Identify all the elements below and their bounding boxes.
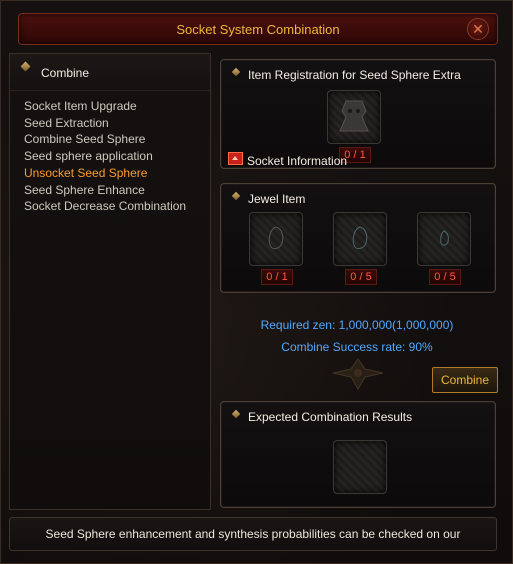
footer-notice-text: Seed Sphere enhancement and synthesis pr… [45, 527, 461, 541]
combine-menu-panel: Combine Socket Item Upgrade Seed Extract… [9, 53, 211, 510]
menu-item-seed-extraction[interactable]: Seed Extraction [24, 115, 186, 132]
jewel-outline-icon [440, 230, 449, 246]
diamond-bullet-icon [20, 61, 31, 72]
diamond-bullet-icon [231, 191, 241, 201]
results-title: Expected Combination Results [248, 410, 413, 424]
combine-button[interactable]: Combine [432, 367, 498, 393]
close-button[interactable]: ✕ [467, 18, 489, 40]
diamond-bullet-icon [231, 409, 241, 419]
jewel-slot-1[interactable] [249, 212, 303, 266]
combine-header: Combine [10, 54, 210, 91]
jewel-slot-3-count: 0 / 5 [429, 269, 461, 285]
jewel-slot-2-count: 0 / 5 [345, 269, 377, 285]
menu-item-seed-sphere-application[interactable]: Seed sphere application [24, 148, 186, 165]
ornament-emblem-icon [332, 358, 384, 390]
required-zen-text: Required zen: 1,000,000(1,000,000) [260, 318, 454, 332]
menu-item-socket-item-upgrade[interactable]: Socket Item Upgrade [24, 98, 186, 115]
menu-item-combine-seed-sphere[interactable]: Combine Seed Sphere [24, 131, 186, 148]
combine-menu: Socket Item Upgrade Seed Extraction Comb… [24, 98, 186, 215]
item-silhouette-icon [339, 100, 369, 132]
close-x-icon: ✕ [472, 21, 484, 37]
jewel-title: Jewel Item [248, 192, 306, 206]
diamond-bullet-icon [231, 67, 241, 77]
jewel-slot-1-count: 0 / 1 [261, 269, 293, 285]
menu-item-unsocket-seed-sphere[interactable]: Unsocket Seed Sphere [24, 165, 186, 182]
registration-title: Item Registration for Seed Sphere Extra [248, 68, 461, 82]
title-bar: Socket System Combination ✕ [18, 13, 498, 45]
menu-item-seed-sphere-enhance[interactable]: Seed Sphere Enhance [24, 182, 186, 199]
jewel-slot-2[interactable] [333, 212, 387, 266]
jewel-slot-3[interactable] [417, 212, 471, 266]
success-rate-text: Combine Success rate: 90% [281, 340, 433, 354]
window-title: Socket System Combination [176, 22, 340, 37]
footer-notice-bar: Seed Sphere enhancement and synthesis pr… [9, 517, 497, 551]
jewel-outline-icon [268, 226, 284, 250]
socket-info-label: Socket Information [247, 154, 348, 168]
item-registration-panel: Item Registration for Seed Sphere Extra … [220, 59, 496, 169]
result-item-slot [333, 440, 387, 494]
registration-item-slot[interactable] [327, 90, 381, 144]
jewel-item-panel: Jewel Item 0 / 1 0 / 5 0 / 5 [220, 183, 496, 293]
expected-results-panel: Expected Combination Results [220, 401, 496, 508]
socket-combination-window: Socket System Combination ✕ Combine Sock… [0, 0, 513, 564]
jewel-outline-icon [352, 226, 368, 250]
combine-header-label: Combine [41, 66, 90, 80]
menu-item-socket-decrease-combination[interactable]: Socket Decrease Combination [24, 198, 186, 215]
socket-info-toggle-button[interactable] [228, 152, 243, 165]
